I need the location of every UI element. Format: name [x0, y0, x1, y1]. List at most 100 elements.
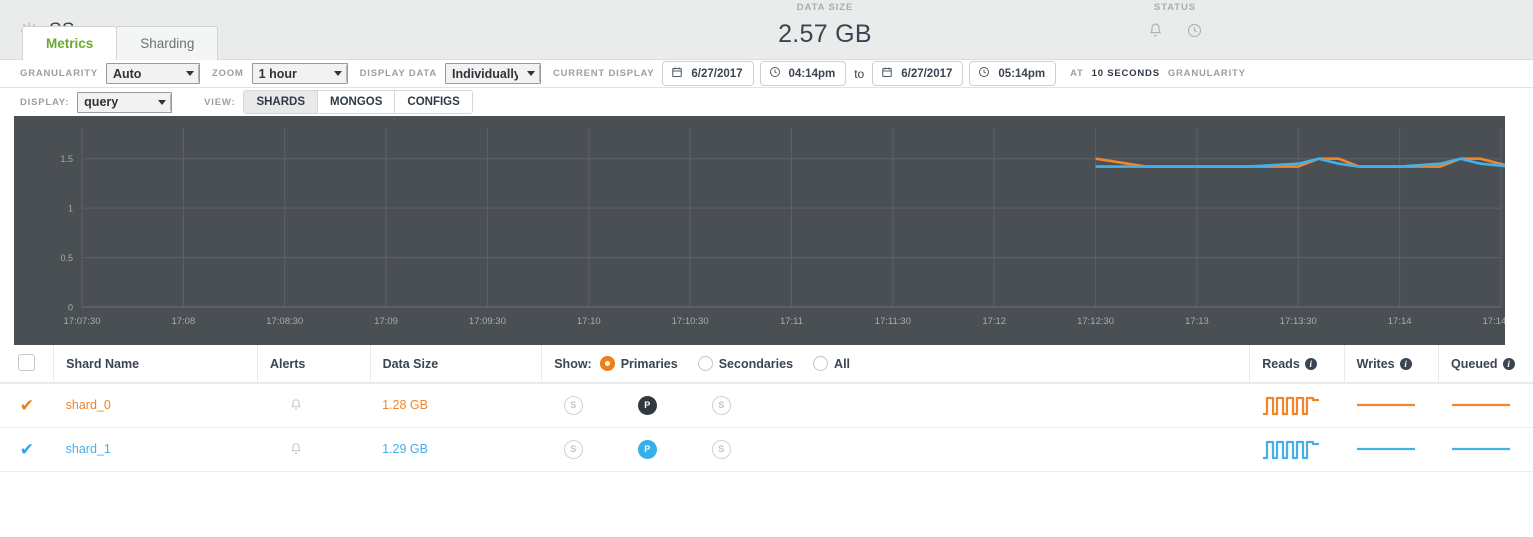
row-checkmark-icon[interactable]: ✔: [20, 396, 34, 415]
calendar-icon: [671, 66, 683, 81]
radio-all[interactable]: [813, 356, 828, 371]
start-time-value: 04:14pm: [789, 68, 836, 80]
header-queued-label: Queued: [1451, 357, 1498, 371]
granularity-label: GRANULARITY: [20, 68, 98, 79]
header-writes-label: Writes: [1357, 357, 1395, 371]
table-row[interactable]: ✔ shard_0 1.28 GB S P S: [0, 383, 1533, 427]
at-word: AT: [1070, 68, 1084, 79]
alerts-cell[interactable]: [257, 383, 370, 427]
select-all-header: [0, 345, 54, 383]
data-size-value: 1.28 GB: [382, 398, 428, 412]
tab-sharding[interactable]: Sharding: [116, 26, 218, 60]
table-row[interactable]: ✔ shard_1 1.29 GB S P S: [0, 427, 1533, 471]
data-size-cell: 1.29 GB: [370, 427, 542, 471]
svg-text:17:09: 17:09: [374, 316, 398, 327]
radio-primaries[interactable]: [600, 356, 615, 371]
view-label: VIEW:: [204, 97, 235, 108]
shard-name-cell[interactable]: shard_1: [54, 427, 258, 471]
svg-text:17:11: 17:11: [780, 316, 803, 327]
svg-text:1.5: 1.5: [60, 154, 73, 164]
zoom-label: ZOOM: [212, 68, 244, 79]
header-reads[interactable]: Readsi: [1250, 345, 1344, 383]
header-queued[interactable]: Queuedi: [1439, 345, 1533, 383]
zoom-select[interactable]: 1 hour: [252, 63, 348, 84]
svg-text:1: 1: [68, 204, 73, 214]
info-icon[interactable]: i: [1503, 358, 1515, 370]
view-toolbar: DISPLAY: query VIEW: SHARDS MONGOS CONFI…: [0, 88, 1533, 116]
node-badge-s[interactable]: S: [564, 440, 583, 459]
radio-primaries-label[interactable]: Primaries: [621, 357, 678, 371]
data-size-cell: 1.28 GB: [370, 383, 542, 427]
svg-text:17:10: 17:10: [577, 316, 601, 327]
svg-text:17:09:30: 17:09:30: [469, 316, 506, 327]
header-writes[interactable]: Writesi: [1344, 345, 1438, 383]
start-time-field[interactable]: 04:14pm: [760, 61, 847, 86]
data-size-value: 2.57 GB: [700, 20, 950, 49]
data-size-stat: DATA SIZE 2.57 GB: [700, 2, 950, 49]
select-all-checkbox[interactable]: [18, 354, 35, 371]
node-badges-cell: SPS: [542, 383, 1250, 427]
svg-text:0: 0: [68, 303, 73, 313]
svg-text:17:14:30: 17:14:30: [1483, 316, 1505, 327]
svg-text:17:07:30: 17:07:30: [64, 316, 101, 327]
range-to-word: to: [854, 67, 864, 81]
header-shard-name[interactable]: Shard Name: [54, 345, 258, 383]
svg-text:0.5: 0.5: [60, 253, 73, 263]
row-checkmark-icon[interactable]: ✔: [20, 440, 34, 459]
start-date-value: 6/27/2017: [691, 68, 742, 80]
granularity-select[interactable]: Auto: [106, 63, 200, 84]
info-icon[interactable]: i: [1400, 358, 1412, 370]
metrics-toolbar: GRANULARITY Auto ZOOM 1 hour DISPLAY DAT…: [0, 60, 1533, 88]
node-badge-s[interactable]: S: [564, 396, 583, 415]
end-time-field[interactable]: 05:14pm: [969, 61, 1056, 86]
view-button-mongos[interactable]: MONGOS: [317, 90, 395, 114]
reads-cell: [1250, 427, 1344, 471]
header-alerts[interactable]: Alerts: [257, 345, 370, 383]
queued-cell: [1439, 383, 1533, 427]
row-select-cell[interactable]: ✔: [0, 427, 54, 471]
chart-svg: 00.511.517:07:3017:0817:08:3017:0917:09:…: [14, 116, 1505, 345]
bell-icon: [289, 397, 303, 413]
header-reads-label: Reads: [1262, 357, 1300, 371]
top-header: SS DATA SIZE 2.57 GB STATUS Metrics Shar…: [0, 0, 1533, 60]
display-data-select[interactable]: Individually: [445, 63, 541, 84]
radio-secondaries-label[interactable]: Secondaries: [719, 357, 793, 371]
history-clock-icon[interactable]: [1186, 22, 1203, 44]
tab-bar: Metrics Sharding: [22, 26, 217, 60]
svg-text:17:13:30: 17:13:30: [1280, 316, 1317, 327]
metrics-chart[interactable]: 00.511.517:07:3017:0817:08:3017:0917:09:…: [14, 116, 1505, 345]
node-badge-s[interactable]: S: [712, 396, 731, 415]
data-size-value: 1.29 GB: [382, 442, 428, 456]
node-badge-p[interactable]: P: [638, 396, 657, 415]
end-date-value: 6/27/2017: [901, 68, 952, 80]
clock-icon: [978, 66, 990, 81]
granularity-amount: 10 SECONDS: [1092, 68, 1160, 79]
tab-metrics[interactable]: Metrics: [22, 26, 117, 60]
granularity-suffix: GRANULARITY: [1168, 68, 1246, 79]
svg-text:17:13: 17:13: [1185, 316, 1209, 327]
end-time-value: 05:14pm: [998, 68, 1045, 80]
info-icon[interactable]: i: [1305, 358, 1317, 370]
view-button-group: SHARDS MONGOS CONFIGS: [243, 90, 472, 114]
shard-name-cell[interactable]: shard_0: [54, 383, 258, 427]
display-data-label: DISPLAY DATA: [360, 68, 437, 79]
svg-text:17:08: 17:08: [171, 316, 195, 327]
node-badge-s[interactable]: S: [712, 440, 731, 459]
shard-name-link[interactable]: shard_1: [66, 442, 111, 456]
radio-all-label[interactable]: All: [834, 357, 850, 371]
end-date-field[interactable]: 6/27/2017: [872, 61, 963, 86]
view-button-configs[interactable]: CONFIGS: [394, 90, 472, 114]
start-date-field[interactable]: 6/27/2017: [662, 61, 753, 86]
view-button-shards[interactable]: SHARDS: [243, 90, 318, 114]
node-badge-p[interactable]: P: [638, 440, 657, 459]
alerts-cell[interactable]: [257, 427, 370, 471]
writes-cell: [1344, 427, 1438, 471]
bell-icon[interactable]: [1147, 22, 1164, 44]
radio-secondaries[interactable]: [698, 356, 713, 371]
queued-cell: [1439, 427, 1533, 471]
header-data-size[interactable]: Data Size: [370, 345, 542, 383]
row-select-cell[interactable]: ✔: [0, 383, 54, 427]
shard-name-link[interactable]: shard_0: [66, 398, 111, 412]
display-select[interactable]: query: [77, 92, 172, 113]
table-header-row: Shard Name Alerts Data Size Show: Primar…: [0, 345, 1533, 383]
